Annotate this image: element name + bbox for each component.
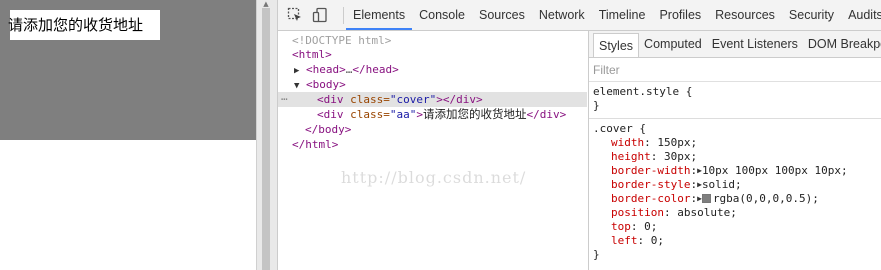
prop-value[interactable]: solid;	[702, 178, 742, 191]
tab-sources[interactable]: Sources	[472, 0, 532, 30]
dom-node-body[interactable]: ▼ <body>	[278, 77, 603, 92]
prop-name: height	[611, 150, 651, 163]
cover-rule-close: }	[593, 248, 600, 261]
dom-node-html-close[interactable]: </html>	[278, 137, 601, 152]
css-prop-height[interactable]: height: 30px;	[589, 150, 881, 164]
prop-value[interactable]: absolute;	[677, 206, 737, 219]
aa-attr-name: class=	[343, 108, 390, 121]
prop-value[interactable]: 0;	[651, 234, 664, 247]
head-close-tag: </head>	[352, 63, 399, 76]
subtab-dom-breakpoints[interactable]: DOM Breakpoints	[803, 31, 881, 57]
prop-name: left	[611, 234, 638, 247]
tab-network[interactable]: Network	[532, 0, 592, 30]
tab-security[interactable]: Security	[782, 0, 841, 30]
rendered-page: 请添加您的收货地址	[0, 0, 260, 270]
element-style-selector[interactable]: element.style {	[589, 85, 881, 99]
doctype-text: <!DOCTYPE html>	[292, 34, 392, 47]
aa-div-close: </div>	[526, 108, 567, 121]
sidebar-tabs: Styles Computed Event Listeners DOM Brea…	[589, 31, 881, 58]
prop-name: border-color	[611, 192, 691, 205]
dom-node-aa[interactable]: <div class="aa">请添加您的收货地址</div>	[278, 107, 626, 122]
prop-value[interactable]: 150px;	[657, 136, 697, 149]
tab-audits[interactable]: Audits	[841, 0, 881, 30]
dom-node-html[interactable]: <html>	[278, 47, 601, 62]
html-close-tag: </html>	[292, 138, 339, 151]
dom-node-cover-selected[interactable]: … <div class="cover"></div>	[278, 89, 587, 107]
cover-div-close: </div>	[442, 93, 483, 106]
watermark: http://blog.csdn.net/	[341, 168, 527, 187]
css-prop-left[interactable]: left: 0;	[589, 234, 881, 248]
expand-triangle-icon[interactable]: ▶	[294, 66, 299, 76]
aa-node-text: 请添加您的收货地址	[422, 107, 527, 121]
subtab-styles[interactable]: Styles	[593, 33, 640, 57]
tab-console[interactable]: Console	[412, 0, 472, 30]
prop-name: width	[611, 136, 645, 149]
body-close-tag: </body>	[305, 123, 352, 136]
subtab-event-listeners[interactable]: Event Listeners	[707, 31, 803, 57]
dom-node-doctype[interactable]: <!DOCTYPE html>	[278, 33, 601, 48]
css-prop-position[interactable]: position: absolute;	[589, 206, 881, 220]
tab-timeline[interactable]: Timeline	[592, 0, 653, 30]
body-open-tag: <body>	[306, 78, 346, 91]
cover-div-open: <div	[317, 93, 344, 106]
color-swatch-icon[interactable]	[701, 194, 711, 203]
prop-value[interactable]: 10px 100px 100px 10px;	[702, 164, 848, 177]
collapse-triangle-icon[interactable]: ▼	[294, 81, 299, 91]
rule-divider	[589, 118, 881, 119]
devtools-tabs: Elements Console Sources Network Timelin…	[346, 0, 881, 30]
prop-name: border-width	[611, 164, 691, 177]
css-prop-top[interactable]: top: 0;	[589, 220, 881, 234]
tab-resources[interactable]: Resources	[708, 0, 782, 30]
dom-node-body-close[interactable]: </body>	[278, 122, 614, 137]
prop-name: position	[611, 206, 664, 219]
css-prop-border-style[interactable]: border-style:▶solid;	[589, 178, 881, 192]
dom-tree: <!DOCTYPE html> <html> ▶ <head>…</head> …	[278, 31, 587, 270]
device-mode-icon[interactable]	[312, 7, 328, 23]
dom-node-head[interactable]: ▶ <head>…</head>	[278, 62, 603, 77]
tab-profiles[interactable]: Profiles	[652, 0, 708, 30]
styles-filter-input[interactable]: Filter	[589, 58, 881, 82]
tab-elements[interactable]: Elements	[346, 0, 413, 30]
html-open-tag: <html>	[292, 48, 332, 61]
css-prop-width[interactable]: width: 150px;	[589, 136, 881, 150]
subtab-computed[interactable]: Computed	[639, 31, 707, 57]
styles-sidebar: Styles Computed Event Listeners DOM Brea…	[588, 31, 881, 270]
cover-div-gt: >	[436, 93, 443, 106]
aa-attr-value: "aa"	[389, 108, 417, 121]
shipping-address-text: 请添加您的收货地址	[8, 16, 144, 34]
selected-node-dots[interactable]: …	[281, 89, 288, 104]
inspect-element-icon[interactable]	[287, 7, 303, 23]
cover-attr-name: class=	[343, 93, 390, 106]
aa-div-gt: >	[416, 108, 423, 121]
page-scrollbar-thumb[interactable]	[262, 8, 270, 270]
css-prop-border-color[interactable]: border-color:▶ rgba(0,0,0,0.5);	[589, 192, 881, 206]
devtools-toolbar: Elements Console Sources Network Timelin…	[278, 0, 881, 31]
scroll-up-arrow-icon[interactable]: ▲	[260, 0, 272, 8]
aa-div-open: <div	[317, 108, 344, 121]
cover-attr-value: "cover"	[389, 93, 437, 106]
css-prop-border-width[interactable]: border-width:▶10px 100px 100px 10px;	[589, 164, 881, 178]
element-style-close: }	[593, 99, 600, 112]
toolbar-divider	[343, 7, 344, 24]
prop-value[interactable]: rgba(0,0,0,0.5);	[713, 192, 819, 205]
devtools-panel: Elements Console Sources Network Timelin…	[277, 0, 881, 270]
prop-value[interactable]: 30px;	[664, 150, 697, 163]
cover-rule: .cover { width: 150px; height: 30px; bor…	[589, 122, 881, 262]
prop-name: border-style	[611, 178, 691, 191]
head-open-tag: <head>	[306, 63, 346, 76]
element-style-rule: element.style { }	[589, 85, 881, 113]
prop-name: top	[611, 220, 631, 233]
prop-value[interactable]: 0;	[644, 220, 657, 233]
cover-rule-selector[interactable]: .cover {	[589, 122, 881, 136]
